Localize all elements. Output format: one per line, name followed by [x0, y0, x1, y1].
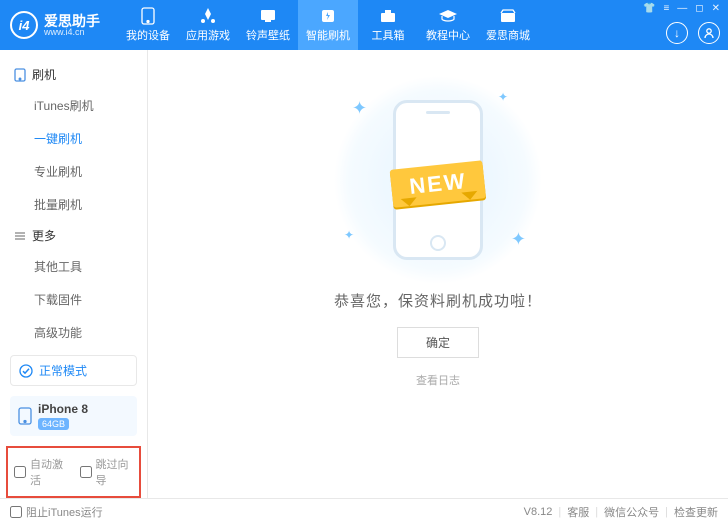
flash-options: 自动激活 跳过向导: [6, 446, 141, 498]
download-icon[interactable]: ↓: [666, 22, 688, 44]
ok-button[interactable]: 确定: [397, 327, 479, 358]
sidebar-item-itunes-flash[interactable]: iTunes刷机: [0, 89, 147, 122]
sparkle-icon: ✦: [344, 228, 354, 242]
version-label: V8.12: [524, 506, 553, 518]
device-icon: [18, 407, 32, 425]
footer: 阻止iTunes运行 V8.12 | 客服 | 微信公众号 | 检查更新: [0, 498, 728, 524]
capacity-badge: 64GB: [38, 418, 69, 430]
view-log-link[interactable]: 查看日志: [416, 372, 460, 388]
support-link[interactable]: 客服: [567, 504, 589, 520]
nav-shop[interactable]: 爱思商城: [478, 0, 538, 50]
block-itunes-checkbox[interactable]: 阻止iTunes运行: [10, 504, 103, 520]
sparkle-icon: ✦: [498, 90, 508, 104]
user-icon[interactable]: [698, 22, 720, 44]
sidebar-item-batch-flash[interactable]: 批量刷机: [0, 188, 147, 221]
window-controls: 👕 ≡ — ◻ ✕: [643, 3, 720, 14]
header: i4 爱思助手 www.i4.cn 我的设备 应用游戏 铃声壁纸 智能刷机: [0, 0, 728, 50]
maximize-btn[interactable]: ◻: [695, 3, 703, 14]
brand-name: 爱思助手: [44, 14, 100, 28]
sidebar: 刷机 iTunes刷机 一键刷机 专业刷机 批量刷机 更多 其他工具 下载固件 …: [0, 50, 148, 498]
sidebar-item-other-tools[interactable]: 其他工具: [0, 250, 147, 283]
wechat-link[interactable]: 微信公众号: [604, 504, 659, 520]
sidebar-group-flash: 刷机: [0, 60, 147, 89]
minimize-btn[interactable]: —: [677, 3, 687, 14]
ringtone-icon: [258, 7, 278, 25]
brand-site: www.i4.cn: [44, 28, 100, 37]
header-right-icons: ↓: [666, 22, 720, 44]
sparkle-icon: ✦: [511, 229, 526, 250]
tutorial-icon: [438, 7, 458, 25]
sidebar-item-oneclick-flash[interactable]: 一键刷机: [0, 122, 147, 155]
sidebar-item-download-firmware[interactable]: 下载固件: [0, 283, 147, 316]
phone-icon: [14, 68, 26, 82]
device-box[interactable]: iPhone 8 64GB: [10, 396, 137, 436]
shop-icon: [498, 7, 518, 25]
success-message: 恭喜您，保资料刷机成功啦！: [334, 290, 542, 311]
app-logo: i4 爱思助手 www.i4.cn: [10, 11, 100, 39]
device-name: iPhone 8: [38, 402, 88, 416]
main-content: ✦ ✦ ✦ ✦ NEW 恭喜您，保资料刷机成功啦！ 确定 查看日志: [148, 50, 728, 498]
check-update-link[interactable]: 检查更新: [674, 504, 718, 520]
close-btn[interactable]: ✕: [712, 3, 720, 14]
status-icon: [19, 364, 33, 378]
nav-tools[interactable]: 工具箱: [358, 0, 418, 50]
sidebar-item-pro-flash[interactable]: 专业刷机: [0, 155, 147, 188]
status-mode[interactable]: 正常模式: [10, 355, 137, 386]
skip-guide-checkbox[interactable]: 跳过向导: [80, 456, 134, 488]
more-icon: [14, 230, 26, 242]
navbar: 我的设备 应用游戏 铃声壁纸 智能刷机 工具箱 教程中心: [118, 0, 538, 50]
apps-icon: [198, 7, 218, 25]
sparkle-icon: ✦: [352, 98, 367, 119]
auto-activate-checkbox[interactable]: 自动激活: [14, 456, 68, 488]
device-icon: [138, 7, 158, 25]
nav-apps[interactable]: 应用游戏: [178, 0, 238, 50]
sidebar-item-advanced[interactable]: 高级功能: [0, 316, 147, 349]
nav-flash[interactable]: 智能刷机: [298, 0, 358, 50]
menu-icon[interactable]: ≡: [663, 3, 669, 14]
nav-my-device[interactable]: 我的设备: [118, 0, 178, 50]
nav-tutorial[interactable]: 教程中心: [418, 0, 478, 50]
nav-ringtone[interactable]: 铃声壁纸: [238, 0, 298, 50]
tools-icon: [378, 7, 398, 25]
sidebar-group-more: 更多: [0, 221, 147, 250]
flash-icon: [318, 7, 338, 25]
hero-illustration: ✦ ✦ ✦ ✦ NEW: [318, 80, 558, 280]
logo-icon: i4: [10, 11, 38, 39]
shirt-icon[interactable]: 👕: [643, 3, 655, 14]
